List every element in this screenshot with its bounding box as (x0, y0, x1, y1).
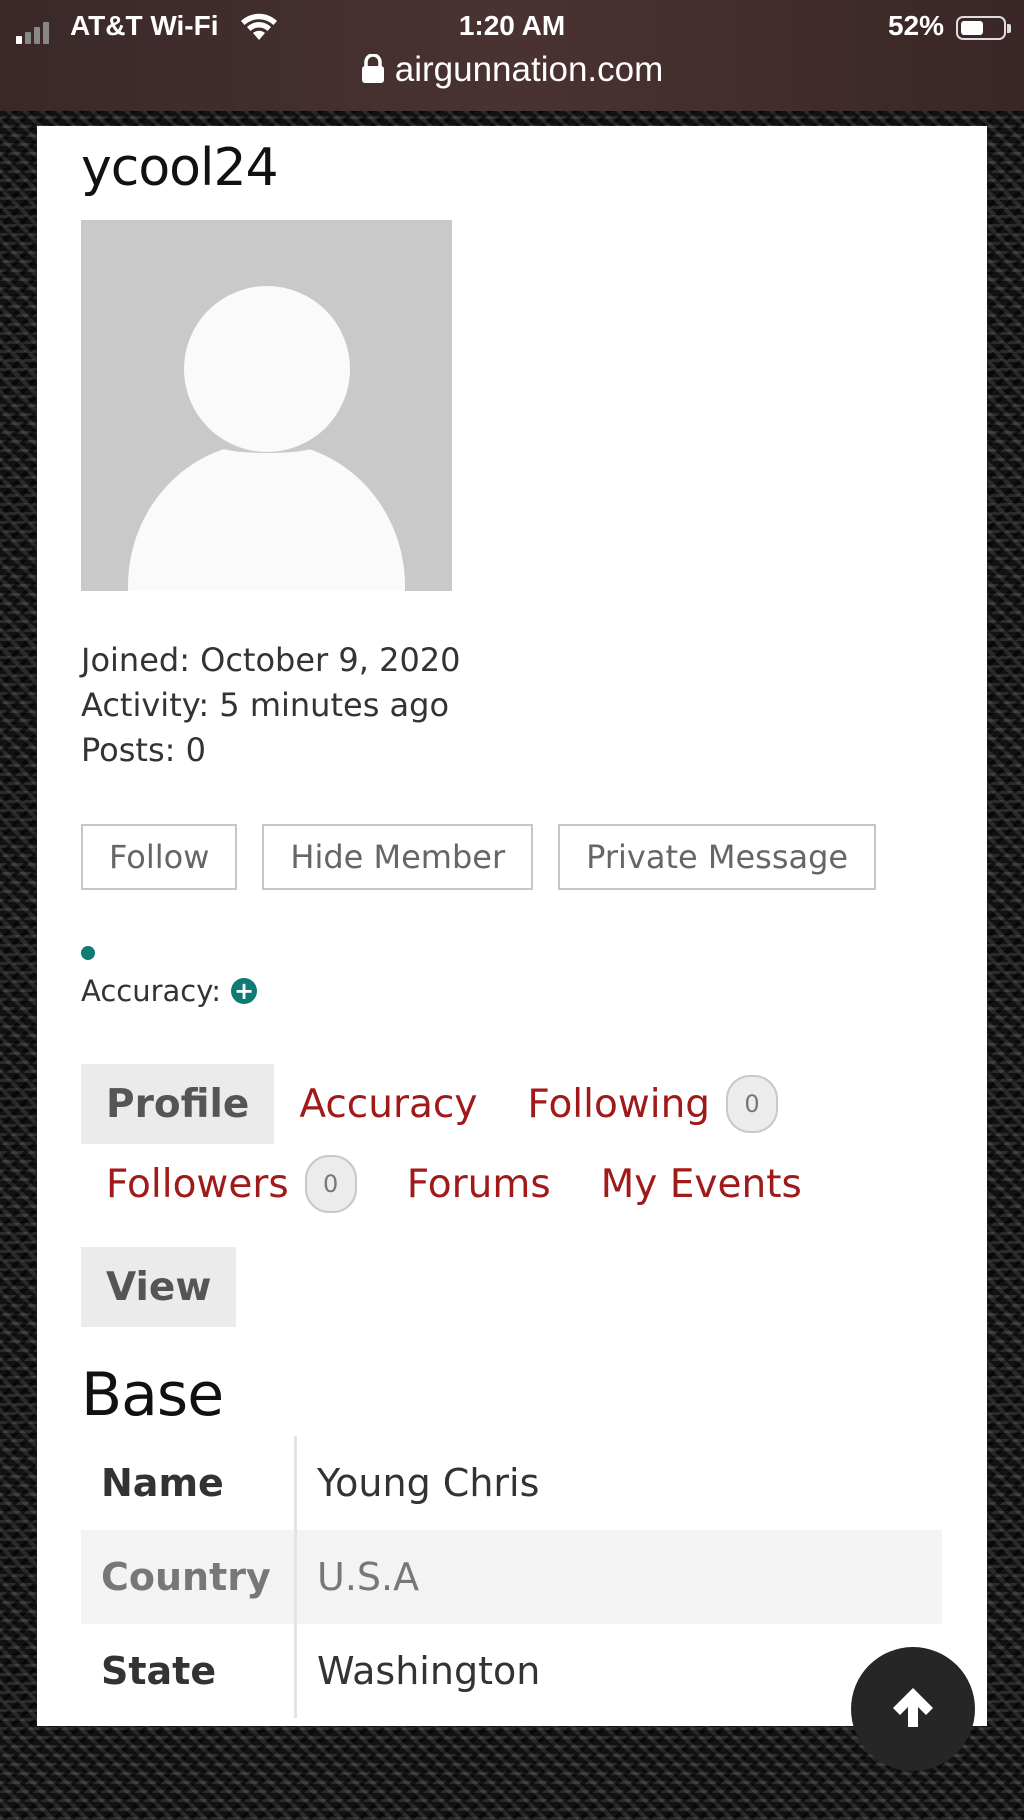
plus-circle-icon[interactable]: + (231, 978, 258, 1004)
follow-button[interactable]: Follow (81, 824, 238, 890)
subtab-view[interactable]: View (81, 1247, 237, 1327)
last-activity: Activity: 5 minutes ago (81, 686, 450, 724)
accuracy-row: Accuracy: + (81, 974, 258, 1008)
lock-icon (361, 53, 385, 93)
url-text: airgunnation.com (394, 50, 664, 89)
tab-following[interactable]: Following 0 (502, 1064, 803, 1144)
avatar (81, 220, 452, 591)
tab-profile[interactable]: Profile (81, 1064, 275, 1144)
table-row: Name Young Chris (81, 1436, 942, 1530)
status-bar: AT&T Wi-Fi 1:20 AM 52% airgunnation.com (0, 0, 1024, 111)
hide-member-button[interactable]: Hide Member (262, 824, 534, 890)
following-count-badge: 0 (726, 1075, 779, 1133)
member-meta: Joined: October 9, 2020 Activity: 5 minu… (81, 638, 461, 773)
arrow-up-icon (889, 1685, 937, 1733)
tab-following-label: Following (527, 1081, 711, 1127)
field-value: U.S.A (295, 1530, 942, 1624)
table-row: Country U.S.A (81, 1530, 942, 1624)
username-heading: ycool24 (81, 138, 279, 198)
section-title: Base (81, 1360, 224, 1430)
post-count: Posts: 0 (81, 731, 206, 769)
private-message-button[interactable]: Private Message (558, 824, 877, 890)
field-value: Washington (317, 1649, 541, 1693)
table-row: State Washington (81, 1624, 942, 1718)
field-label: Name (81, 1436, 297, 1530)
member-actions: Follow Hide Member Private Message (81, 824, 877, 890)
profile-tabs: Profile Accuracy Following 0 Followers 0… (81, 1064, 951, 1224)
profile-fields-table: Name Young Chris Country U.S.A State Was… (81, 1436, 942, 1718)
profile-card: ycool24 Joined: October 9, 2020 Activity… (37, 126, 987, 1726)
clock: 1:20 AM (458, 10, 566, 41)
tab-forums[interactable]: Forums (382, 1144, 576, 1224)
status-dot (81, 946, 95, 960)
battery-icon (956, 16, 1011, 40)
accuracy-label: Accuracy: (81, 974, 222, 1008)
followers-count-badge: 0 (304, 1155, 357, 1213)
tab-accuracy[interactable]: Accuracy (274, 1064, 502, 1144)
field-value: Young Chris (317, 1461, 540, 1505)
tab-my-events[interactable]: My Events (576, 1144, 827, 1224)
battery-percent: 52% (887, 10, 944, 41)
tab-followers-label: Followers (106, 1161, 289, 1207)
joined-date: Joined: October 9, 2020 (81, 641, 461, 679)
back-to-top-button[interactable] (851, 1647, 975, 1771)
field-label: Country (81, 1530, 297, 1624)
address-bar[interactable]: airgunnation.com (0, 50, 1024, 93)
tab-followers[interactable]: Followers 0 (81, 1144, 382, 1224)
field-label: State (81, 1624, 297, 1718)
